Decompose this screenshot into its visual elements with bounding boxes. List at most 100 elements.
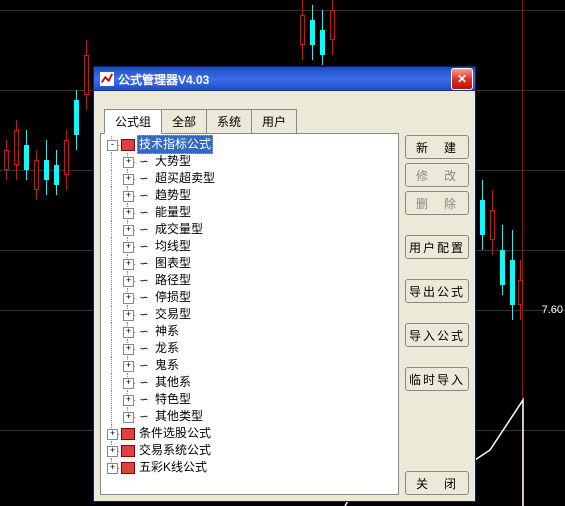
tree-node-label[interactable]: 龙系 [153,340,181,357]
tree-node-label[interactable]: 特色型 [153,391,193,408]
category-icon [121,445,135,457]
expand-icon[interactable]: + [123,395,134,406]
tree-row[interactable]: +∽其他系 [103,374,396,391]
tree-node-label[interactable]: 大势型 [153,153,193,170]
tab-formula-group[interactable]: 公式组 [104,109,162,134]
link-icon: ∽ [137,377,151,389]
tree-row[interactable]: +∽能量型 [103,204,396,221]
tree-row[interactable]: +∽其他类型 [103,408,396,425]
expand-icon[interactable]: + [123,378,134,389]
expand-icon[interactable]: + [123,327,134,338]
tree-node-label[interactable]: 鬼系 [153,357,181,374]
expand-icon[interactable]: + [123,293,134,304]
tree-row[interactable]: +∽路径型 [103,272,396,289]
expand-icon[interactable]: + [123,344,134,355]
tree-row[interactable]: +∽鬼系 [103,357,396,374]
link-icon: ∽ [137,207,151,219]
tab-system[interactable]: 系统 [206,109,252,134]
link-icon: ∽ [137,275,151,287]
tree-row[interactable]: + 条件选股公式 [103,425,396,442]
tree-row[interactable]: +∽交易型 [103,306,396,323]
tree-node-label[interactable]: 条件选股公式 [137,425,213,442]
expand-icon[interactable]: + [107,463,118,474]
button-column: 新 建 修 改 删 除 用户配置 导出公式 导入公式 临时导入 关 闭 [405,133,469,495]
tree-node-label[interactable]: 神系 [153,323,181,340]
expand-icon[interactable]: + [123,412,134,423]
expand-icon[interactable]: + [123,242,134,253]
tree-node-label[interactable]: 能量型 [153,204,193,221]
expand-icon[interactable]: + [123,157,134,168]
expand-icon[interactable]: + [123,276,134,287]
expand-icon[interactable]: + [107,446,118,457]
collapse-icon[interactable]: - [107,140,118,151]
tab-user[interactable]: 用户 [251,109,297,134]
expand-icon[interactable]: + [123,208,134,219]
tree-node-label[interactable]: 其他系 [153,374,193,391]
export-button[interactable]: 导出公式 [405,279,469,303]
tree-node-label[interactable]: 技术指标公式 [137,135,213,154]
tree-node-label[interactable]: 均线型 [153,238,193,255]
category-icon [121,462,135,474]
link-icon: ∽ [137,326,151,338]
link-icon: ∽ [137,224,151,236]
link-icon: ∽ [137,360,151,372]
close-button[interactable]: 关 闭 [405,471,469,495]
tree-row[interactable]: + 五彩K线公式 [103,459,396,476]
link-icon: ∽ [137,343,151,355]
tree-row[interactable]: +∽趋势型 [103,187,396,204]
tree-node-label[interactable]: 交易型 [153,306,193,323]
tree-row[interactable]: +∽停损型 [103,289,396,306]
tree-node-label[interactable]: 路径型 [153,272,193,289]
new-button[interactable]: 新 建 [405,135,469,159]
tree-row[interactable]: +∽龙系 [103,340,396,357]
category-icon [121,428,135,440]
link-icon: ∽ [137,190,151,202]
user-config-button[interactable]: 用户配置 [405,235,469,259]
link-icon: ∽ [137,156,151,168]
import-button[interactable]: 导入公式 [405,323,469,347]
tab-all[interactable]: 全部 [161,109,207,134]
expand-icon[interactable]: + [123,225,134,236]
expand-icon[interactable]: + [123,310,134,321]
tree-row[interactable]: +∽成交量型 [103,221,396,238]
link-icon: ∽ [137,309,151,321]
tree-node-label[interactable]: 趋势型 [153,187,193,204]
delete-button[interactable]: 删 除 [405,191,469,215]
link-icon: ∽ [137,241,151,253]
app-icon [100,72,114,86]
tree-node-label[interactable]: 图表型 [153,255,193,272]
link-icon: ∽ [137,292,151,304]
titlebar[interactable]: 公式管理器V4.03 ✕ [94,67,475,91]
dialog-title: 公式管理器V4.03 [118,71,451,88]
tree-row[interactable]: + 交易系统公式 [103,442,396,459]
tree-row[interactable]: +∽图表型 [103,255,396,272]
category-icon [121,139,135,151]
tree-row[interactable]: +∽特色型 [103,391,396,408]
tree-row[interactable]: - 技术指标公式 [103,136,396,153]
expand-icon[interactable]: + [107,429,118,440]
expand-icon[interactable]: + [123,174,134,185]
expand-icon[interactable]: + [123,361,134,372]
link-icon: ∽ [137,411,151,423]
tree-row[interactable]: +∽大势型 [103,153,396,170]
modify-button[interactable]: 修 改 [405,163,469,187]
link-icon: ∽ [137,258,151,270]
tree-node-label[interactable]: 交易系统公式 [137,442,213,459]
expand-icon[interactable]: + [123,191,134,202]
tree-node-label[interactable]: 五彩K线公式 [137,459,209,476]
tab-bar: 公式组 全部 系统 用户 [104,109,469,134]
link-icon: ∽ [137,173,151,185]
tree-row[interactable]: +∽神系 [103,323,396,340]
tree-node-label[interactable]: 其他类型 [153,408,205,425]
tree-node-label[interactable]: 超买超卖型 [153,170,217,187]
expand-icon[interactable]: + [123,259,134,270]
tree-row[interactable]: +∽超买超卖型 [103,170,396,187]
formula-manager-dialog: 公式管理器V4.03 ✕ 公式组 全部 系统 用户 -技术指标公式+∽大势型+∽… [93,66,476,502]
close-icon[interactable]: ✕ [451,68,473,90]
link-icon: ∽ [137,394,151,406]
tree-node-label[interactable]: 停损型 [153,289,193,306]
formula-tree[interactable]: -技术指标公式+∽大势型+∽超买超卖型+∽趋势型+∽能量型+∽成交量型+∽均线型… [100,133,399,495]
tree-row[interactable]: +∽均线型 [103,238,396,255]
temp-import-button[interactable]: 临时导入 [405,367,469,391]
tree-node-label[interactable]: 成交量型 [153,221,205,238]
